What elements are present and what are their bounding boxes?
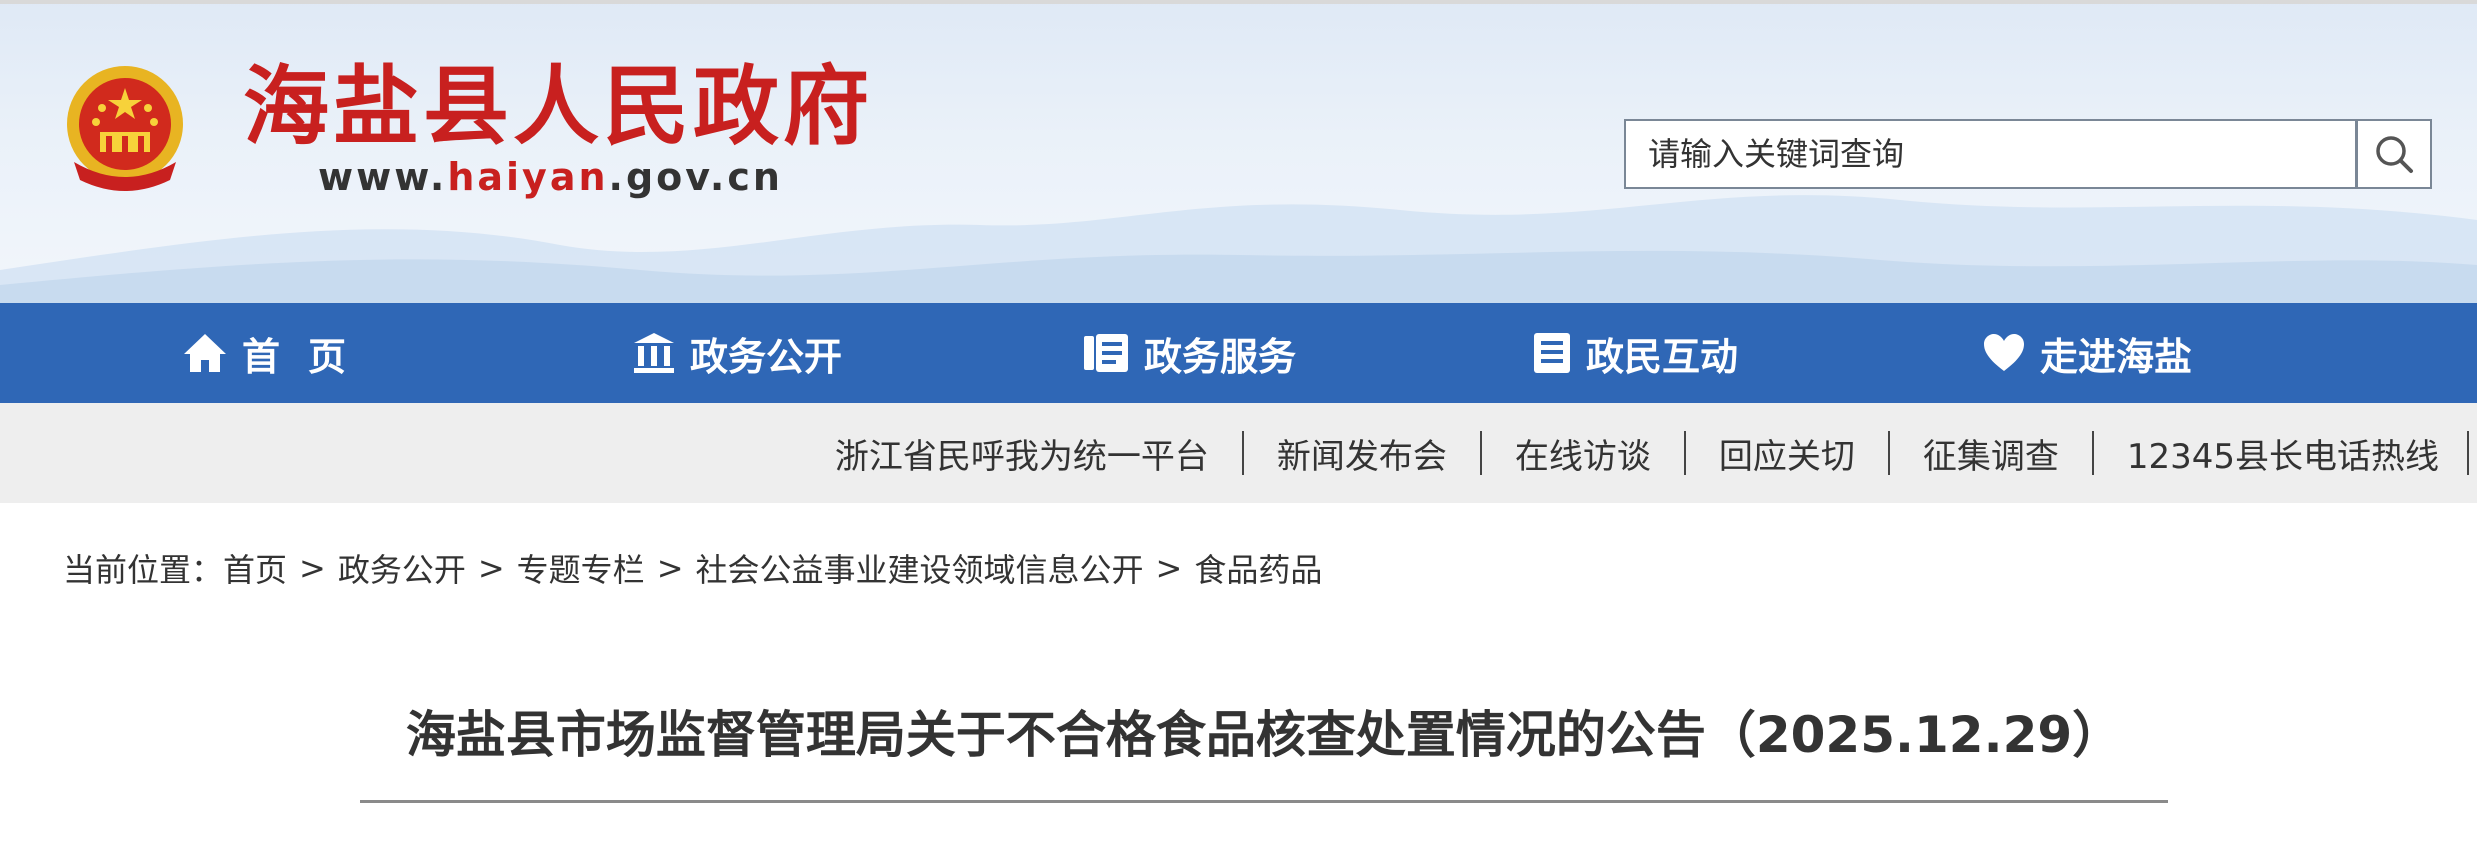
heart-icon [1982, 333, 2026, 373]
breadcrumb: 当前位置： 首页 > 政务公开 > 专题专栏 > 社会公益事业建设领域信息公开 … [63, 540, 1322, 596]
breadcrumb-item-home[interactable]: 首页 [223, 545, 287, 591]
search-input[interactable] [1624, 119, 2357, 189]
article-title: 海盐县市场监督管理局关于不合格食品核查处置情况的公告（2025.12.29） [405, 706, 2123, 764]
nav-item-label: 政务公开 [690, 334, 843, 379]
sub-nav-item-survey[interactable]: 征集调查 [1890, 431, 2094, 477]
breadcrumb-separator: > [656, 549, 684, 587]
document-icon [1532, 331, 1572, 375]
home-icon [182, 332, 228, 374]
title-divider [360, 800, 2168, 803]
breadcrumb-separator: > [1155, 549, 1183, 587]
sub-nav-item-unified-platform[interactable]: 浙江省民呼我为统一平台 [802, 431, 1244, 477]
main-nav: 首页 政务公开 政务服务 政民互动 走进海盐 [0, 303, 2477, 403]
breadcrumb-separator: > [299, 549, 326, 587]
sub-nav-item-online-interview[interactable]: 在线访谈 [1482, 431, 1686, 477]
service-list-icon [1082, 332, 1130, 374]
nav-item-gov-service[interactable]: 政务服务 [1082, 303, 1296, 403]
breadcrumb-item-special-column[interactable]: 专题专栏 [517, 545, 645, 591]
breadcrumb-prefix: 当前位置： [63, 551, 224, 589]
nav-item-public-interaction[interactable]: 政民互动 [1532, 303, 1738, 403]
breadcrumb-separator: > [477, 549, 505, 587]
nav-item-home[interactable]: 首页 [182, 303, 374, 403]
government-building-icon [632, 331, 676, 375]
sub-nav-item-hotline-12345[interactable]: 12345县长电话热线 [2094, 431, 2469, 477]
nav-item-label: 首页 [242, 334, 375, 379]
sub-nav: 浙江省民呼我为统一平台 新闻发布会 在线访谈 回应关切 征集调查 12345县长… [0, 403, 2477, 503]
breadcrumb-item-food-drug[interactable]: 食品药品 [1194, 545, 1322, 591]
search-icon [2376, 136, 2413, 173]
sub-nav-item-response-concerns[interactable]: 回应关切 [1686, 431, 1890, 477]
site-title[interactable]: 海盐县人民政府 [243, 52, 873, 162]
sub-nav-item-press-conference[interactable]: 新闻发布会 [1244, 431, 1482, 477]
breadcrumb-item-gov-affairs-open[interactable]: 政务公开 [338, 545, 466, 591]
search-button[interactable] [2357, 119, 2432, 189]
nav-item-gov-affairs-open[interactable]: 政务公开 [632, 303, 842, 403]
site-header: 海盐县人民政府 www.haiyan.gov.cn [0, 0, 2477, 303]
sub-nav-list: 浙江省民呼我为统一平台 新闻发布会 在线访谈 回应关切 征集调查 12345县长… [802, 403, 2469, 503]
nav-item-about-haiyan[interactable]: 走进海盐 [1982, 303, 2192, 403]
top-border [0, 0, 2477, 4]
breadcrumb-item-public-welfare-info[interactable]: 社会公益事业建设领域信息公开 [696, 545, 1144, 591]
national-emblem-icon [67, 66, 183, 191]
nav-item-label: 政务服务 [1144, 334, 1297, 379]
url-suffix: .gov.cn [608, 155, 783, 199]
nav-item-label: 走进海盐 [2040, 334, 2193, 379]
url-prefix: www. [318, 155, 448, 199]
url-highlight: haiyan [447, 155, 609, 199]
site-url: www.haiyan.gov.cn [318, 150, 783, 204]
nav-item-label: 政民互动 [1586, 334, 1739, 379]
